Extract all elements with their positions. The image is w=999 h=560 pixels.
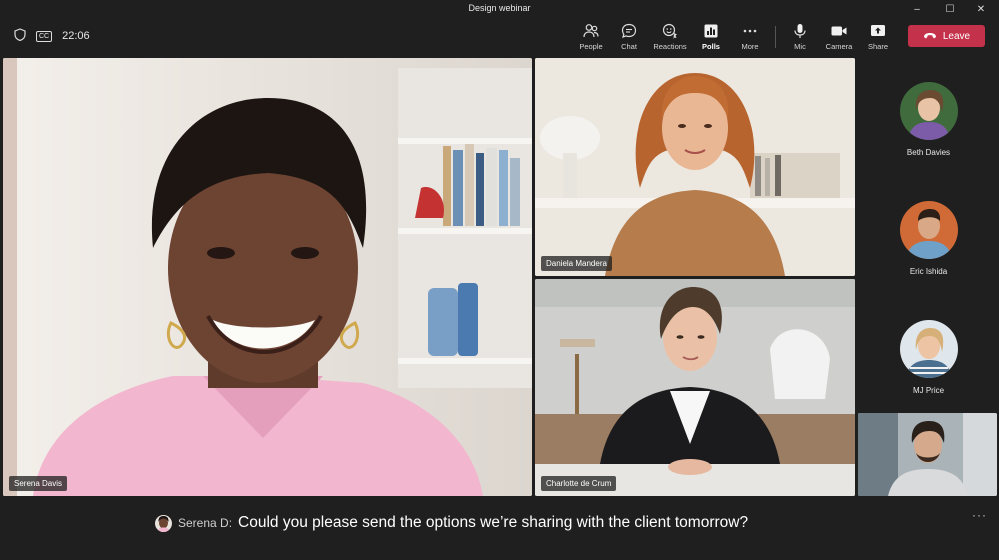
- mic-icon: [794, 24, 806, 38]
- window-title: Design webinar: [468, 3, 531, 13]
- share-label: Share: [867, 42, 888, 51]
- live-captions: Serena D: Could you please send the opti…: [0, 500, 999, 560]
- video-feed-self: [858, 413, 997, 496]
- polls-label: Polls: [702, 42, 720, 51]
- reactions-icon: [662, 23, 677, 39]
- avatar: [899, 82, 958, 140]
- roster-item[interactable]: MJ Price: [858, 320, 999, 395]
- meeting-timer: 22:06: [62, 30, 90, 42]
- polls-button[interactable]: Polls: [692, 22, 730, 54]
- caption-line: Serena D: Could you please send the opti…: [155, 514, 748, 532]
- roster-name: Eric Ishida: [909, 267, 948, 276]
- participant-name-tag: Daniela Mandera: [541, 256, 612, 271]
- mic-label: Mic: [794, 42, 806, 51]
- roster-item[interactable]: Eric Ishida: [858, 201, 999, 276]
- share-icon: [871, 25, 885, 36]
- phone-hangup-icon: [923, 33, 936, 39]
- people-button[interactable]: People: [572, 22, 610, 54]
- caption-speaker: Serena D:: [178, 516, 233, 530]
- reactions-button[interactable]: Reactions: [651, 22, 689, 54]
- participant-roster: Beth Davies Eric Ishida MJ Price: [858, 58, 999, 410]
- participant-name-tag: Serena Davis: [9, 476, 68, 491]
- roster-name: MJ Price: [912, 386, 945, 395]
- leave-label: Leave: [942, 30, 971, 42]
- camera-icon: [831, 26, 847, 36]
- meeting-info: CC 22:06: [14, 28, 90, 44]
- more-button[interactable]: More: [731, 22, 769, 54]
- people-icon: [583, 24, 599, 38]
- captions-more-icon[interactable]: ···: [972, 508, 987, 522]
- video-feed-serena: [3, 58, 532, 496]
- meeting-toolbar: CC 22:06 People Chat Reactions Polls Mor…: [0, 18, 999, 58]
- video-feed-daniela: [535, 58, 855, 276]
- title-bar: Design webinar – ☐ ✕: [0, 0, 999, 18]
- roster-item[interactable]: Beth Davies: [858, 82, 999, 157]
- more-icon: [743, 29, 757, 33]
- camera-label: Camera: [825, 42, 853, 51]
- caption-text: Could you please send the options we’re …: [238, 514, 749, 531]
- avatar: [899, 201, 958, 259]
- maximize-button[interactable]: ☐: [935, 0, 965, 18]
- roster-name: Beth Davies: [906, 148, 951, 157]
- polls-icon: [704, 24, 718, 38]
- chat-label: Chat: [621, 42, 637, 51]
- avatar: [155, 514, 172, 532]
- reactions-label: Reactions: [653, 42, 687, 51]
- more-label: More: [741, 42, 759, 51]
- self-view-tile[interactable]: [858, 413, 997, 496]
- camera-button[interactable]: Camera: [820, 22, 858, 54]
- chat-icon: [621, 23, 637, 38]
- video-tile-bottom-right[interactable]: Charlotte de Crum: [535, 279, 855, 496]
- video-tile-top-right[interactable]: Daniela Mandera: [535, 58, 855, 276]
- video-tile-main[interactable]: Serena Davis: [3, 58, 532, 496]
- toolbar-divider: [775, 26, 776, 48]
- people-label: People: [579, 42, 603, 51]
- chat-button[interactable]: Chat: [610, 22, 648, 54]
- minimize-button[interactable]: –: [902, 0, 932, 18]
- cc-icon[interactable]: CC: [36, 30, 53, 42]
- share-button[interactable]: Share: [859, 22, 897, 54]
- shield-icon: [14, 28, 26, 44]
- leave-button[interactable]: Leave: [908, 25, 985, 47]
- avatar: [899, 320, 958, 378]
- mic-button[interactable]: Mic: [781, 22, 819, 54]
- participant-name-tag: Charlotte de Crum: [541, 476, 617, 491]
- video-feed-charlotte: [535, 279, 855, 496]
- close-window-button[interactable]: ✕: [966, 0, 996, 18]
